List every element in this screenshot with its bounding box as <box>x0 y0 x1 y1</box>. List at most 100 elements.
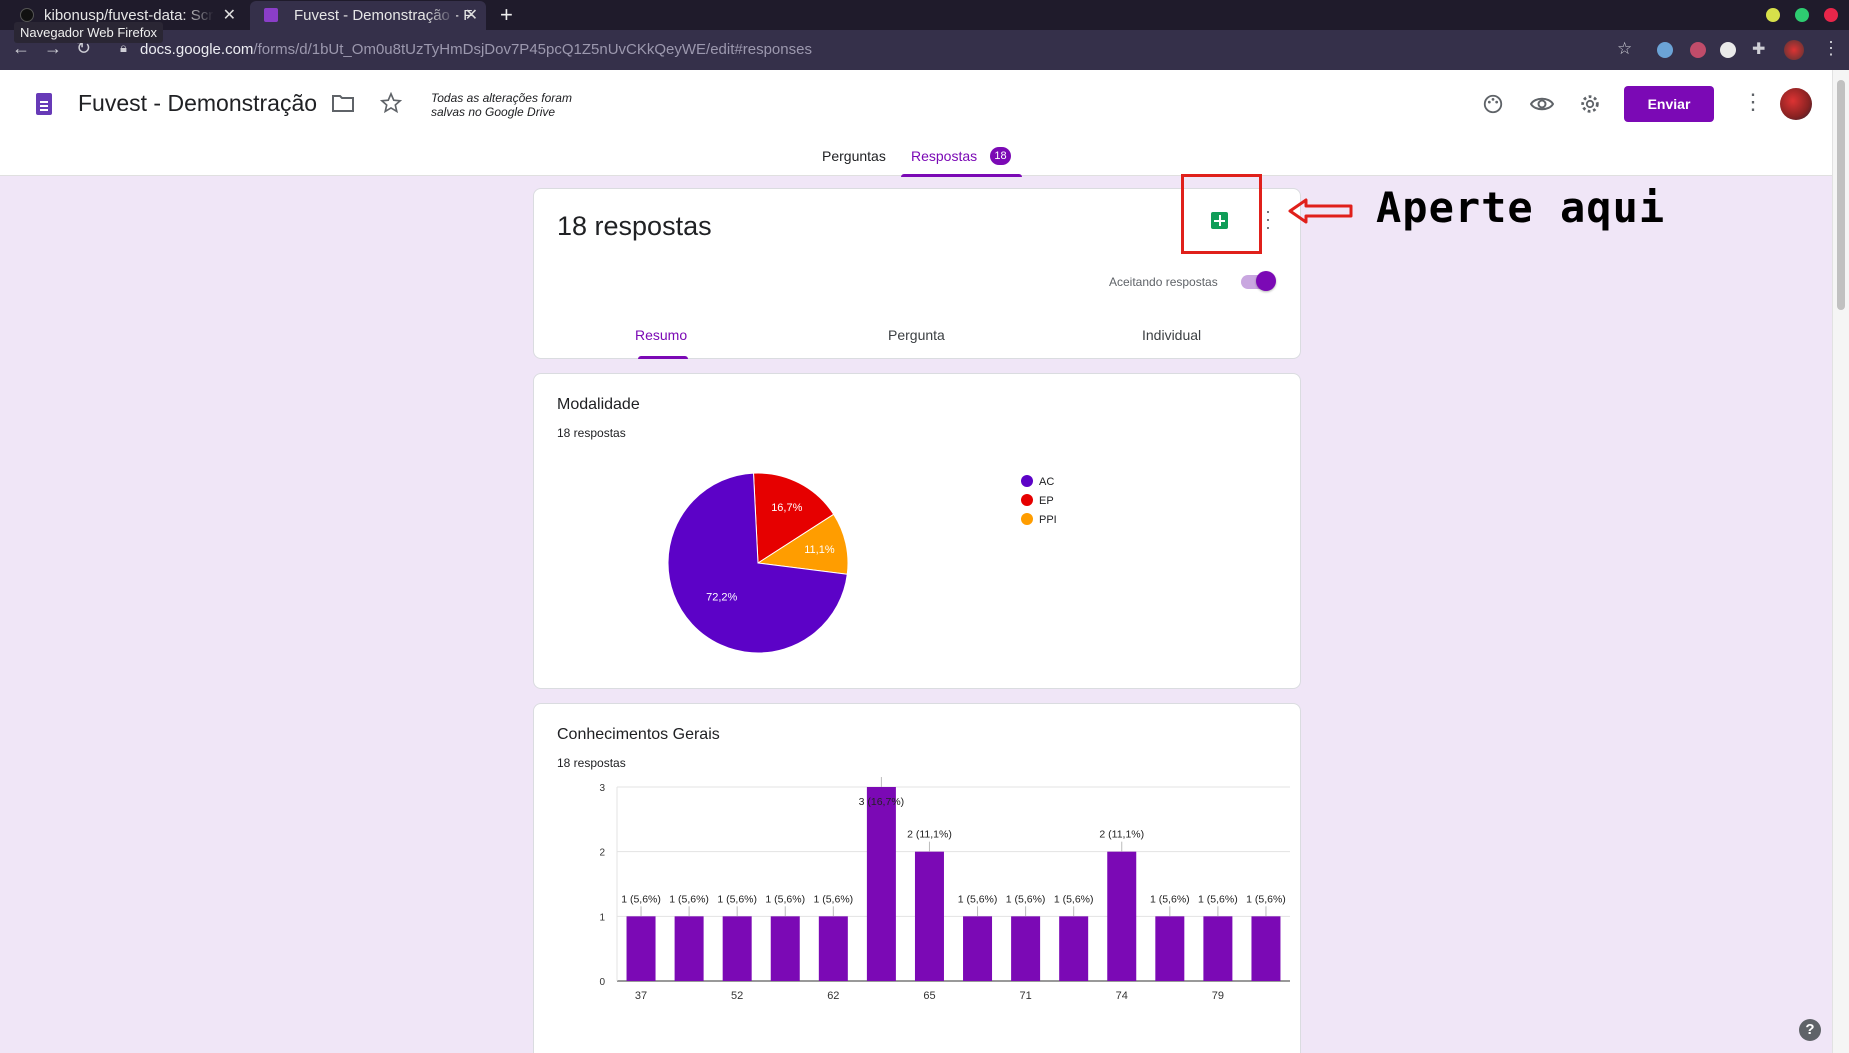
subtab-individual[interactable]: Individual <box>1142 327 1201 343</box>
tooltip: Navegador Web Firefox <box>14 22 164 43</box>
tab-responses[interactable]: Respostas <box>911 148 977 164</box>
bar-data-label: 1 (5,6%) <box>669 893 709 905</box>
bar-data-label: 1 (5,6%) <box>717 893 757 905</box>
browser-tab-forms[interactable]: Fuvest - Demonstração - F ✕ <box>250 1 486 30</box>
tab-fade <box>184 1 214 30</box>
bar-data-label: 1 (5,6%) <box>1198 893 1238 905</box>
bar-data-label: 1 (5,6%) <box>813 893 853 905</box>
preview-eye-icon[interactable] <box>1530 95 1554 113</box>
pie-slice-label: 11,1% <box>804 544 835 556</box>
subtab-question[interactable]: Pergunta <box>888 327 945 343</box>
bar-data-label: 1 (5,6%) <box>958 893 998 905</box>
bar-4 <box>818 916 848 981</box>
url-field[interactable]: docs.google.com/forms/d/1bUt_Om0u8tUzTyH… <box>140 41 812 58</box>
puzzle-icon[interactable]: ✚ <box>1752 39 1765 59</box>
legend-label: PPI <box>1039 514 1057 526</box>
legend-swatch <box>1021 475 1033 487</box>
x-tick-label: 62 <box>827 990 839 1002</box>
settings-gear-icon[interactable] <box>1579 93 1601 115</box>
bar-data-label: 1 (5,6%) <box>1054 893 1094 905</box>
legend-swatch <box>1021 513 1033 525</box>
legend-label: EP <box>1039 495 1054 507</box>
close-tab-icon[interactable]: ✕ <box>465 1 478 30</box>
bar-11 <box>1155 916 1185 981</box>
extension-icon[interactable] <box>1657 42 1673 58</box>
question-card-conhecimentos-gerais: Conhecimentos Gerais 18 respostas 01231 … <box>533 703 1301 1053</box>
browser-tab-bar: kibonusp/fuvest-data: Scr ✕ Fuvest - Dem… <box>0 0 1849 30</box>
subtab-summary[interactable]: Resumo <box>635 327 687 343</box>
tab-questions[interactable]: Perguntas <box>822 148 886 164</box>
pie-slice-label: 16,7% <box>771 502 802 514</box>
annotation-highlight-box <box>1181 174 1262 254</box>
maximize-button[interactable] <box>1795 8 1809 22</box>
x-tick-label: 37 <box>635 990 647 1002</box>
vertical-scrollbar[interactable] <box>1832 70 1849 1053</box>
send-button[interactable]: Enviar <box>1624 86 1714 122</box>
form-title[interactable]: Fuvest - Demonstração <box>78 90 317 117</box>
bar-data-label: 1 (5,6%) <box>1246 893 1286 905</box>
pie-chart: 16,7% 11,1% 72,2% AC EP PPI <box>667 472 1057 654</box>
tab-fade <box>426 1 456 30</box>
bar-data-label: 1 (5,6%) <box>765 893 805 905</box>
bar-data-label: 2 (11,1%) <box>907 829 952 841</box>
annotation-text: Aperte aqui <box>1376 183 1666 232</box>
responses-count-badge: 18 <box>990 147 1011 165</box>
active-subtab-indicator <box>638 356 688 359</box>
more-options-icon[interactable]: · · · <box>1265 202 1271 236</box>
y-tick-label: 3 <box>599 783 605 794</box>
y-tick-label: 2 <box>599 848 605 859</box>
bar-10 <box>1107 851 1137 981</box>
extension-icon[interactable] <box>1720 42 1736 58</box>
google-forms-icon[interactable] <box>36 93 52 115</box>
legend-swatch <box>1021 494 1033 506</box>
responses-count-title: 18 respostas <box>557 211 712 241</box>
profile-icon[interactable] <box>1784 40 1804 60</box>
y-tick-label: 0 <box>599 977 605 988</box>
folder-icon[interactable] <box>332 94 354 112</box>
bar-data-label: 1 (5,6%) <box>1006 893 1046 905</box>
x-tick-label: 79 <box>1212 990 1224 1002</box>
close-tab-icon[interactable]: ✕ <box>223 1 236 30</box>
bar-3 <box>770 916 800 981</box>
bar-data-label: 2 (11,1%) <box>1099 829 1144 841</box>
help-icon[interactable]: ? <box>1799 1019 1821 1041</box>
url-domain: docs.google.com <box>140 41 254 58</box>
bookmark-star-icon[interactable]: ☆ <box>1617 39 1632 59</box>
bar-8 <box>1011 916 1041 981</box>
new-tab-button[interactable]: + <box>500 2 513 28</box>
url-path: /forms/d/1bUt_Om0u8tUzTyHmDsjDov7P45pcQ1… <box>253 41 812 58</box>
question-card-modalidade: Modalidade 18 respostas 16,7% 11,1% 72,2% A… <box>533 373 1301 689</box>
x-tick-label: 65 <box>923 990 935 1002</box>
bar-6 <box>914 851 944 981</box>
x-tick-label: 71 <box>1019 990 1031 1002</box>
menu-icon[interactable]: ⋮ <box>1822 38 1840 59</box>
scrollbar-thumb[interactable] <box>1837 80 1845 310</box>
bar-data-label: 1 (5,6%) <box>1150 893 1190 905</box>
forms-icon <box>264 8 278 22</box>
bar-0 <box>626 916 656 981</box>
extension-icon[interactable] <box>1690 42 1706 58</box>
save-status: Todas as alterações foram salvas no Goog… <box>431 91 572 119</box>
close-window-button[interactable] <box>1824 8 1838 22</box>
palette-icon[interactable] <box>1482 93 1504 115</box>
accepting-responses-label: Aceitando respostas <box>1109 275 1218 289</box>
toggle-knob[interactable] <box>1256 271 1276 291</box>
pie-slice-label: 72,2% <box>706 592 737 604</box>
active-tab-indicator <box>901 174 1022 177</box>
y-tick-label: 1 <box>599 912 605 923</box>
bar-9 <box>1059 916 1089 981</box>
bar-data-label: 1 (5,6%) <box>621 893 661 905</box>
github-icon <box>20 8 34 22</box>
more-options-icon[interactable]: ⋮ <box>1742 89 1764 115</box>
x-tick-label: 74 <box>1116 990 1128 1002</box>
forms-header: Fuvest - Demonstração Todas as alteraçõe… <box>0 70 1832 177</box>
bar-12 <box>1203 916 1233 981</box>
legend-label: AC <box>1039 476 1054 488</box>
star-icon[interactable] <box>380 92 402 114</box>
bar-chart: 0 1 2 3 1 (5,6%) 37 1 (5,6%) 1 (5,6%) 52 1 (5,6%)… <box>599 777 1290 1002</box>
minimize-button[interactable] <box>1766 8 1780 22</box>
bar-13 <box>1251 916 1281 981</box>
bar-7 <box>963 916 993 981</box>
annotation-arrow-icon <box>1288 198 1353 224</box>
avatar[interactable] <box>1780 88 1812 120</box>
